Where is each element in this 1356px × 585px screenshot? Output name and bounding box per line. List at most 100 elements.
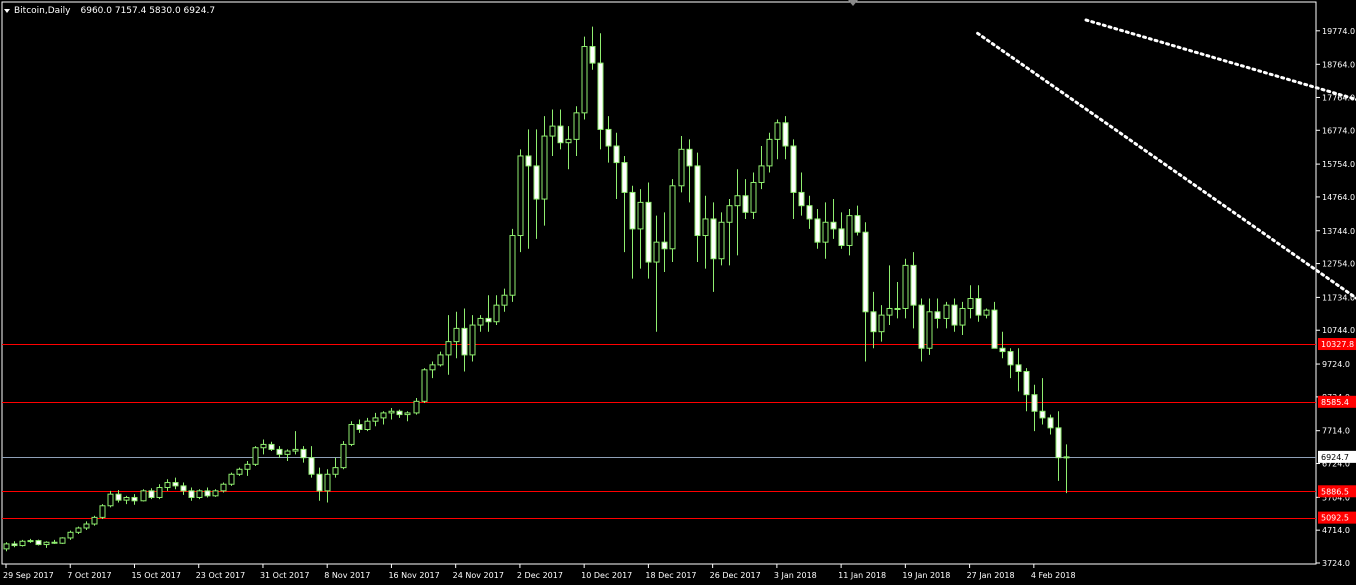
candle-body (525, 155, 532, 167)
candle-body (710, 218, 717, 260)
candle-body (388, 410, 395, 414)
price-chart[interactable]: 19774.0 18764.0 17764.0 16774.0 15754.0 14764… (0, 0, 1356, 585)
candle-body (1055, 427, 1062, 459)
chart-background (0, 0, 1356, 585)
candle-body (83, 523, 90, 529)
dropdown-triangle-icon[interactable] (4, 9, 10, 13)
candle-body (605, 128, 612, 147)
price-tick-label: 13744.0 (1322, 227, 1355, 236)
candle-body (718, 221, 725, 260)
candle-body (284, 450, 291, 455)
candle-body (212, 490, 219, 497)
candle-body (862, 231, 869, 313)
candle-body (1007, 351, 1014, 366)
candle-body (782, 122, 789, 147)
candle-body (541, 135, 548, 200)
candle (196, 489, 203, 500)
candle (220, 482, 227, 493)
candle-body (742, 195, 749, 213)
candle (581, 36, 588, 120)
candle-body (766, 138, 773, 167)
candle-body (774, 122, 781, 140)
candle-body (260, 443, 267, 449)
candle-body (404, 412, 411, 416)
candle-body (991, 309, 998, 349)
candle-body (196, 490, 203, 498)
candle-body (123, 496, 130, 501)
candle-body (172, 482, 179, 487)
candle-body (493, 304, 500, 323)
candle (348, 421, 355, 447)
candle-body (894, 307, 901, 310)
candle-body (870, 311, 877, 333)
time-tick-label: 23 Oct 2017 (196, 571, 245, 580)
candle-body (678, 148, 685, 187)
candle-body (308, 457, 315, 475)
candle-body (854, 215, 861, 233)
chart-shift-marker-icon[interactable] (848, 0, 858, 6)
level-label: 5092.5 (1321, 514, 1349, 523)
candle-body (975, 298, 982, 316)
chart-title-bar: Bitcoin,Daily 6960.0 7157.4 5830.0 6924.… (4, 4, 215, 18)
candle (421, 368, 428, 403)
candle-body (943, 304, 950, 319)
candle-body (204, 490, 211, 497)
candle-body (790, 145, 797, 193)
candle-body (1023, 370, 1030, 396)
price-tick-label: 15754.0 (1322, 160, 1355, 169)
candle-body (59, 537, 66, 544)
candle-body (236, 468, 243, 475)
candle-body (549, 125, 556, 137)
candle-body (131, 496, 138, 502)
price-tick-label: 18764.0 (1322, 60, 1355, 69)
level-label: 5886.5 (1321, 487, 1349, 496)
candle-body (581, 46, 588, 114)
candle-body (99, 505, 106, 518)
candle (99, 504, 106, 520)
time-tick-label: 24 Nov 2017 (453, 571, 504, 580)
candle-body (758, 165, 765, 183)
candle-body (35, 540, 42, 546)
candle (236, 467, 243, 476)
ohlc-values: 6960.0 7157.4 5830.0 6924.7 (80, 6, 216, 16)
candle-body (509, 235, 516, 296)
time-tick-label: 4 Feb 2018 (1031, 571, 1076, 580)
candle-body (429, 364, 436, 371)
candle-body (252, 447, 259, 465)
candle-body (726, 205, 733, 223)
price-tick-label: 4714.0 (1322, 526, 1350, 535)
candle-body (244, 463, 251, 470)
candle-body (67, 531, 74, 539)
candle-body (453, 327, 460, 343)
candle-body (822, 221, 829, 243)
candle-body (276, 448, 283, 455)
time-tick-label: 7 Oct 2017 (67, 571, 111, 580)
candle-body (926, 311, 933, 349)
candle (35, 539, 42, 546)
candle-body (316, 473, 323, 492)
candle-body (332, 467, 339, 475)
candle-body (413, 400, 420, 414)
candle-body (1039, 410, 1046, 419)
candle-body (999, 347, 1006, 353)
candle-body (910, 264, 917, 306)
candle-body (653, 241, 660, 263)
candle-body (983, 309, 990, 316)
price-tick-label: 10744.0 (1322, 326, 1355, 335)
time-tick-label: 3 Jan 2018 (774, 571, 817, 580)
candle-body (421, 369, 428, 402)
candle-body (437, 354, 444, 366)
candle-body (565, 138, 572, 144)
candle-body (533, 165, 540, 200)
candle-body (27, 540, 34, 543)
time-tick-label: 27 Jan 2018 (967, 571, 1015, 580)
candle-body (886, 307, 893, 316)
candle-body (637, 201, 644, 230)
candle-body (830, 221, 837, 230)
time-tick-label: 16 Nov 2017 (388, 571, 439, 580)
candle-body (372, 417, 379, 422)
candle-body (1031, 394, 1038, 412)
candle-body (43, 541, 50, 546)
candle-body (356, 424, 363, 431)
candle-body (814, 218, 821, 243)
